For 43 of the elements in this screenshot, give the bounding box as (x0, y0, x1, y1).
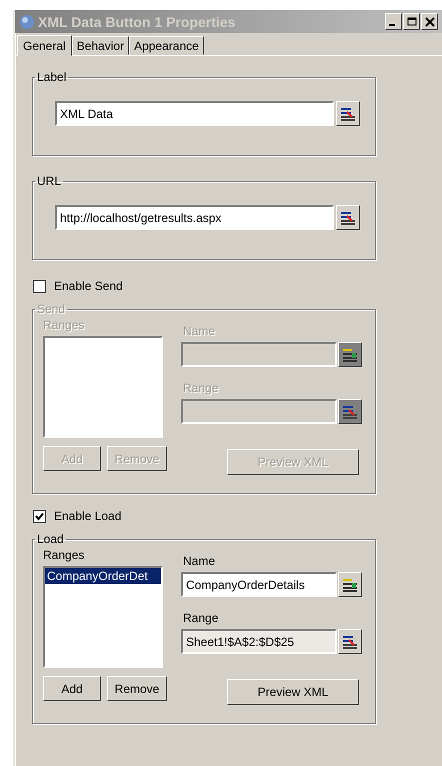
window-title: XML Data Button 1 Properties (38, 14, 236, 30)
range-select-icon (340, 210, 356, 226)
tab[interactable]: Behavior (72, 36, 130, 55)
picker-button[interactable] (338, 629, 362, 654)
range-label: Range (183, 611, 220, 627)
checkbox[interactable]: Enable Send (33, 278, 442, 294)
list-item[interactable]: CompanyOrderDet (45, 568, 161, 584)
text-field[interactable]: XML Data (55, 101, 334, 126)
maximize-button[interactable] (403, 13, 420, 30)
table-icon (342, 576, 358, 592)
group-title: Label (36, 70, 68, 84)
group-title: Send (36, 302, 66, 316)
range-select-icon (340, 106, 356, 122)
tab[interactable]: General (17, 35, 72, 56)
picker-button[interactable] (338, 572, 362, 597)
close-icon (424, 16, 434, 26)
checkbox-label: Enable Load (54, 509, 122, 523)
checkbox-box[interactable] (33, 280, 46, 292)
range-select-icon (342, 634, 358, 650)
checkbox-box[interactable] (33, 510, 46, 522)
remove-button[interactable]: Remove (107, 676, 167, 701)
ranges-label: Ranges (43, 548, 86, 564)
text-field[interactable]: http://localhost/getresults.aspx (55, 205, 334, 230)
minimize-button[interactable] (385, 13, 402, 30)
table-icon (342, 346, 358, 362)
ranges-list[interactable]: CompanyOrderDet (43, 566, 163, 668)
preview-xml-button[interactable]: Preview XML (227, 679, 359, 705)
close-button[interactable] (421, 13, 438, 30)
range-select-icon (342, 404, 358, 420)
checkbox[interactable]: Enable Load (33, 508, 442, 524)
name-field[interactable]: CompanyOrderDetails (181, 572, 337, 597)
range-field[interactable]: Sheet1!$A$2:$D$25 (181, 629, 337, 654)
minimize-icon (389, 24, 395, 26)
picker-button[interactable] (336, 205, 360, 230)
name-label: Name (183, 554, 216, 570)
group-title: URL (36, 174, 62, 188)
add-button[interactable]: Add (43, 676, 101, 701)
group-title: Load (36, 532, 65, 546)
picker-button[interactable] (336, 101, 360, 126)
maximize-icon (406, 16, 416, 26)
tab[interactable]: Appearance (129, 36, 204, 55)
checkbox-label: Enable Send (54, 279, 123, 293)
globe-icon (19, 14, 35, 30)
